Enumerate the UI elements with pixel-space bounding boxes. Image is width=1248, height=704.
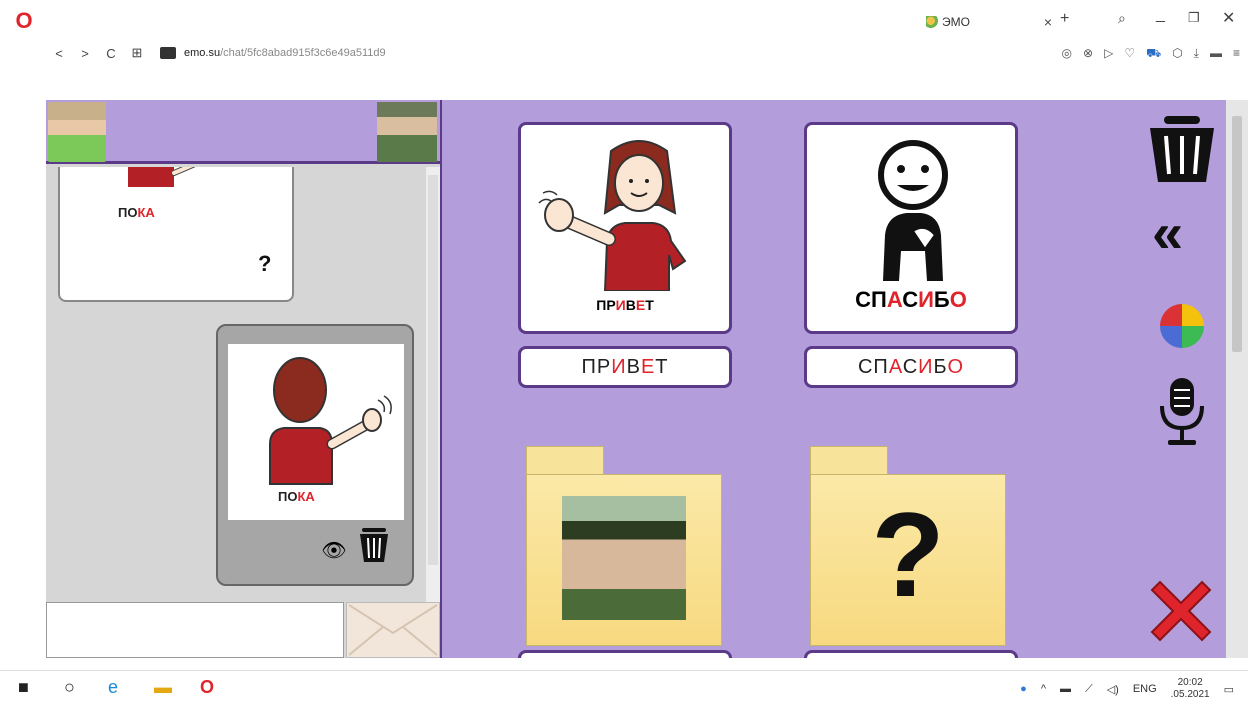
card-caption: СПАСИБО: [855, 287, 967, 312]
card-privet[interactable]: ПРИВЕТ: [518, 122, 732, 334]
tab-title: ЭМО: [942, 15, 970, 29]
message-card[interactable]: ПОКА: [228, 344, 404, 520]
folder-label[interactable]: [518, 650, 732, 658]
participants-bar: [46, 100, 440, 164]
folder-photo-image: [562, 496, 686, 620]
volume-icon[interactable]: ◁): [1107, 683, 1119, 696]
new-tab-button[interactable]: +: [1060, 10, 1069, 28]
search-tabs-icon[interactable]: ⌕: [1118, 10, 1126, 27]
tab-close-icon[interactable]: ×: [1040, 14, 1056, 30]
waving-girl-icon: [128, 167, 196, 187]
language-indicator[interactable]: ENG: [1133, 683, 1157, 695]
people-tray-icon[interactable]: ●: [1020, 683, 1027, 695]
close-window-button[interactable]: ✕: [1222, 8, 1235, 28]
camera-icon[interactable]: ◎: [1062, 46, 1072, 62]
microphone-icon[interactable]: [1158, 376, 1206, 448]
windows-start-icon[interactable]: ■: [18, 677, 29, 698]
cart-icon[interactable]: ⛟: [1146, 46, 1161, 62]
heart-icon[interactable]: ♡: [1124, 46, 1135, 62]
close-red-x-icon[interactable]: [1146, 576, 1216, 646]
incoming-caption: ПОКА: [118, 205, 155, 220]
send-icon[interactable]: ▷: [1104, 46, 1113, 62]
back-chevrons-icon[interactable]: «: [1152, 200, 1183, 265]
address-bar-actions: ◎ ⊗ ▷ ♡ ⛟ ⬡ ⤓ ▬ ≡: [1062, 46, 1240, 62]
waving-boy-icon: [269, 357, 392, 485]
clock-time: 20:02: [1177, 677, 1203, 688]
lock-icon: [160, 47, 176, 59]
clock[interactable]: 20:02 .05.2021: [1171, 677, 1210, 701]
incoming-message: ПОКА ?: [58, 167, 294, 302]
download-icon[interactable]: ⤓: [1194, 46, 1199, 62]
folder-photo[interactable]: [526, 446, 726, 646]
self-avatar[interactable]: [48, 102, 106, 162]
chat-scroll-thumb[interactable]: [428, 175, 438, 565]
chat-messages[interactable]: ПОКА ? ПОКА 👁: [46, 167, 426, 602]
restore-button[interactable]: ❐: [1188, 10, 1200, 26]
board-scrollbar[interactable]: [1226, 100, 1248, 658]
envelope-icon: [348, 604, 438, 656]
battery-tray-icon[interactable]: ▬: [1060, 683, 1071, 695]
question-mark-icon: ?: [871, 488, 945, 622]
peer-avatar[interactable]: [377, 102, 437, 162]
folder-tab: [526, 446, 604, 476]
edge-browser-icon[interactable]: e: [108, 677, 118, 698]
chat-scrollbar[interactable]: [426, 167, 440, 602]
file-explorer-icon[interactable]: ▬: [154, 677, 172, 698]
system-tray: ● ^ ▬ ⟋ ◁) ENG 20:02 .05.2021 ▭: [1020, 677, 1234, 701]
opera-logo-icon[interactable]: O: [10, 6, 38, 36]
delete-message-icon[interactable]: [356, 526, 392, 564]
waving-girl-icon: [538, 140, 687, 291]
menu-icon[interactable]: ≡: [1233, 46, 1240, 62]
color-palette-icon[interactable]: [1160, 304, 1204, 348]
forward-button[interactable]: >: [72, 46, 98, 61]
address-bar: < > C ⊞ emo.su /chat/5fc8abad915f3c6e49a…: [46, 38, 1248, 68]
block-icon[interactable]: ⊗: [1083, 46, 1093, 62]
view-eye-icon[interactable]: 👁: [318, 538, 350, 562]
chat-panel: ПОКА ? ПОКА 👁: [46, 100, 442, 658]
network-icon[interactable]: ⟋: [1085, 683, 1093, 696]
message-input[interactable]: [46, 602, 344, 658]
battery-icon[interactable]: ▬: [1210, 46, 1222, 62]
clock-date: .05.2021: [1170, 689, 1210, 700]
folder-label[interactable]: [804, 650, 1018, 658]
outgoing-message: ПОКА 👁: [216, 324, 414, 586]
back-button[interactable]: <: [46, 46, 72, 61]
minimize-button[interactable]: _: [1156, 6, 1165, 24]
cube-icon[interactable]: ⬡: [1172, 46, 1182, 62]
windows-taskbar: ■ ○ e ▬ O ● ^ ▬ ⟋ ◁) ENG 20:02 .05.2021 …: [0, 670, 1248, 704]
folder-unknown[interactable]: ?: [810, 446, 1010, 646]
notifications-icon[interactable]: ▭: [1224, 683, 1234, 696]
symbol-board: ПРИВЕТ ПРИВЕТ СПАСИБО СПАСИБО ?: [442, 100, 1226, 658]
cortana-circle-icon[interactable]: ○: [64, 677, 75, 698]
url-host[interactable]: emo.su: [184, 47, 220, 59]
folder-tab: [810, 446, 888, 476]
card-spasibo[interactable]: СПАСИБО: [804, 122, 1018, 334]
opera-taskbar-icon[interactable]: O: [200, 677, 214, 698]
reload-button[interactable]: C: [98, 46, 124, 61]
speed-dial-icon[interactable]: ⊞: [124, 45, 150, 61]
chevron-up-icon[interactable]: ^: [1041, 683, 1046, 695]
send-envelope-button[interactable]: [346, 602, 440, 658]
tab-emo[interactable]: ЭМО ×: [926, 8, 1056, 36]
thanks-figure-icon: [878, 140, 948, 281]
trash-icon[interactable]: [1146, 112, 1218, 184]
page-top-area: [46, 68, 1248, 100]
url-path[interactable]: /chat/5fc8abad915f3c6e49a511d9: [220, 47, 386, 59]
board-scroll-thumb[interactable]: [1232, 116, 1242, 352]
card-caption: ПРИВЕТ: [596, 297, 654, 313]
emo-favicon-icon: [926, 16, 938, 28]
unknown-mark: ?: [258, 251, 272, 276]
outgoing-caption: ПОКА: [278, 489, 315, 504]
word-button-privet[interactable]: ПРИВЕТ: [518, 346, 732, 388]
word-button-spasibo[interactable]: СПАСИБО: [804, 346, 1018, 388]
